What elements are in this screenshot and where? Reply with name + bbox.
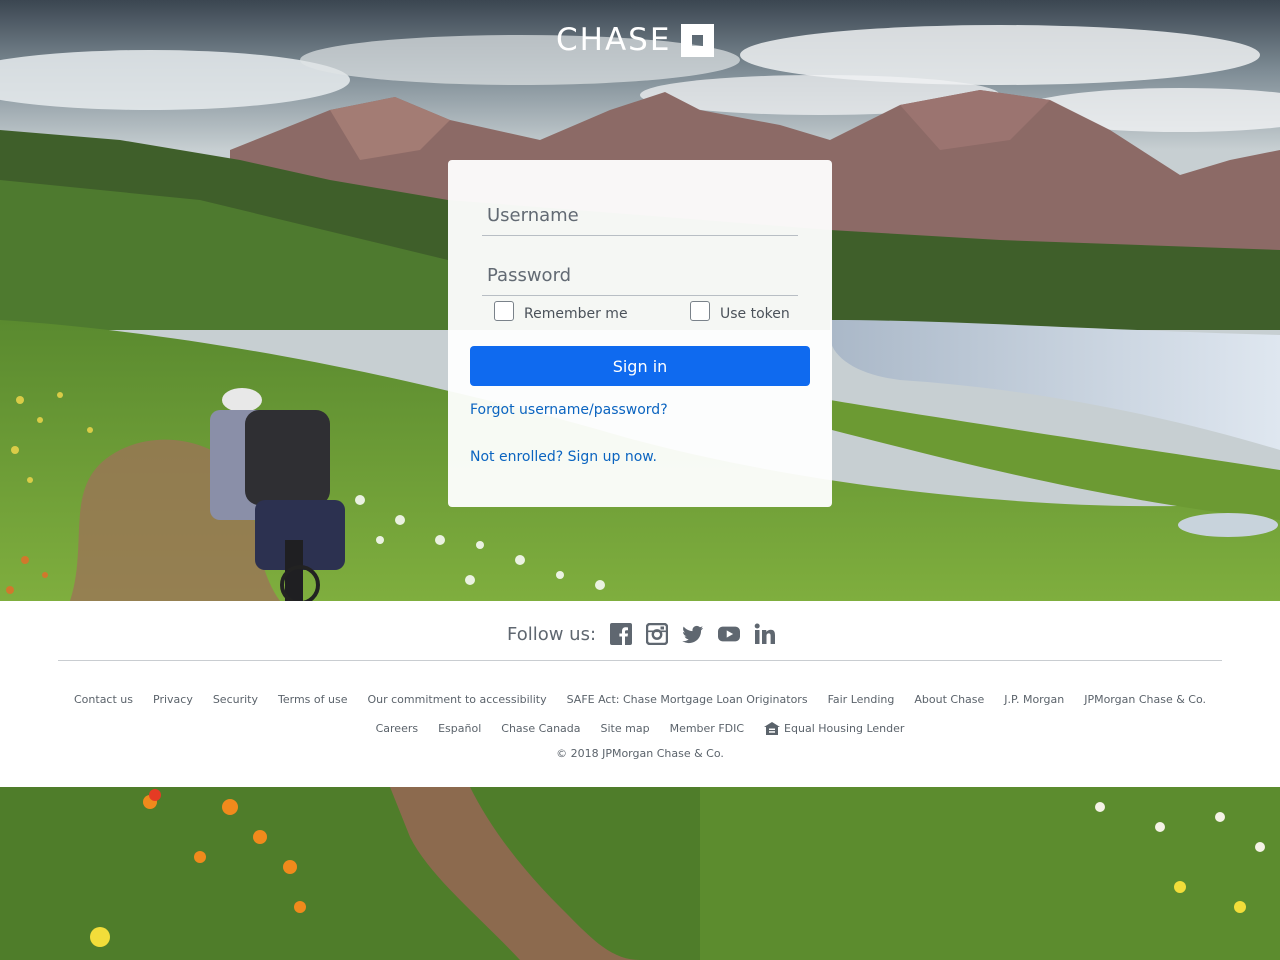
footer-link-safe-act[interactable]: SAFE Act: Chase Mortgage Loan Originator… [567, 693, 808, 706]
use-token-checkbox[interactable]: Use token [690, 301, 790, 322]
footer-link-security[interactable]: Security [213, 693, 258, 706]
footer-link-careers[interactable]: Careers [376, 722, 419, 735]
footer-link-jp-morgan[interactable]: J.P. Morgan [1004, 693, 1064, 706]
chase-logo[interactable]: CHASE [556, 22, 715, 58]
meadow-trail-scene [0, 787, 1280, 960]
footer-link-site-map[interactable]: Site map [601, 722, 650, 735]
remember-me-box[interactable] [494, 301, 514, 321]
follow-us: Follow us: [507, 623, 776, 645]
username-field-wrapper [482, 195, 798, 236]
password-field-wrapper [482, 255, 798, 296]
footer-link-privacy[interactable]: Privacy [153, 693, 193, 706]
footer-link-member-fdic[interactable]: Member FDIC [670, 722, 744, 735]
copyright: © 2018 JPMorgan Chase & Co. [556, 747, 724, 760]
password-input[interactable] [482, 255, 798, 295]
chase-octagon-icon [681, 23, 715, 57]
bottom-background-photo [0, 787, 1280, 960]
brand-name: CHASE [556, 22, 672, 58]
remember-me-label: Remember me [524, 306, 628, 322]
remember-me-checkbox[interactable]: Remember me [494, 301, 628, 322]
footer-link-espanol[interactable]: Español [438, 722, 481, 735]
footer-link-equal-housing[interactable]: Equal Housing Lender [764, 722, 904, 735]
linkedin-icon[interactable] [754, 623, 776, 645]
social-links [610, 623, 776, 645]
footer: Follow us: Contact us Privacy Security T… [0, 601, 1280, 787]
username-input[interactable] [482, 195, 798, 235]
enroll-link[interactable]: Not enrolled? Sign up now. [470, 449, 657, 465]
equal-housing-icon [764, 722, 781, 735]
footer-link-terms[interactable]: Terms of use [278, 693, 347, 706]
footer-divider [58, 660, 1222, 661]
instagram-icon[interactable] [646, 623, 669, 645]
use-token-box[interactable] [690, 301, 710, 321]
twitter-icon[interactable] [682, 623, 704, 645]
footer-link-chase-canada[interactable]: Chase Canada [501, 722, 580, 735]
youtube-icon[interactable] [718, 623, 741, 645]
footer-link-jpmorgan-chase[interactable]: JPMorgan Chase & Co. [1084, 693, 1206, 706]
sign-in-button[interactable]: Sign in [470, 346, 810, 386]
footer-link-contact-us[interactable]: Contact us [74, 693, 133, 706]
footer-link-about-chase[interactable]: About Chase [914, 693, 984, 706]
footer-link-fair-lending[interactable]: Fair Lending [828, 693, 895, 706]
footer-links-row-2: Careers Español Chase Canada Site map Me… [0, 722, 1280, 735]
footer-link-accessibility[interactable]: Our commitment to accessibility [367, 693, 546, 706]
login-card: Remember me Use token Sign in Forgot use… [448, 160, 832, 507]
footer-links-row-1: Contact us Privacy Security Terms of use… [0, 693, 1280, 706]
equal-housing-label: Equal Housing Lender [784, 722, 905, 735]
forgot-credentials-link[interactable]: Forgot username/password? [470, 402, 668, 418]
follow-us-label: Follow us: [507, 623, 597, 645]
facebook-icon[interactable] [610, 623, 633, 645]
use-token-label: Use token [720, 306, 790, 322]
